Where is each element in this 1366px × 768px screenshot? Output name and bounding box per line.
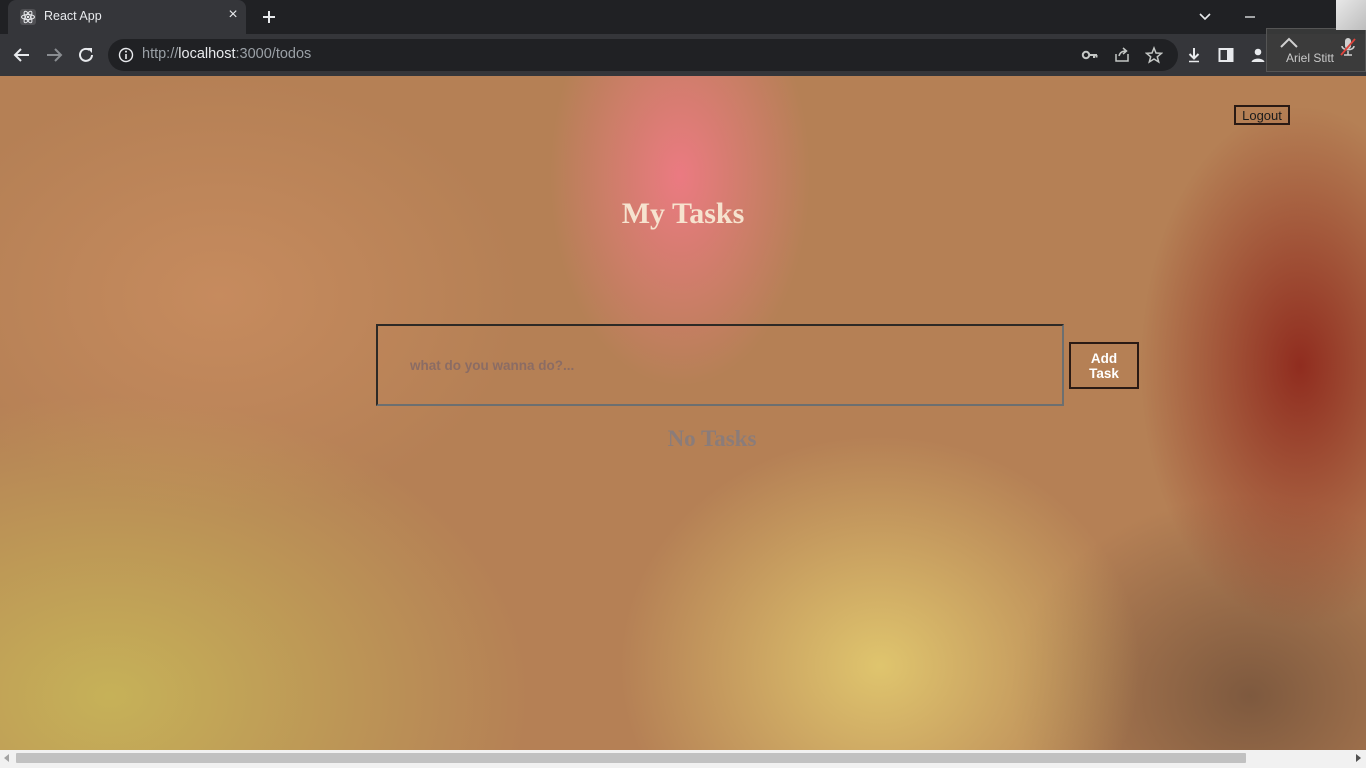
forward-arrow-icon[interactable]: [44, 45, 64, 65]
participant-name: Ariel Stitt: [1286, 51, 1335, 65]
url-text[interactable]: http://localhost:3000/todos: [142, 46, 311, 62]
scroll-left-arrow-icon[interactable]: [4, 754, 9, 762]
mic-off-icon[interactable]: [1338, 36, 1358, 58]
add-task-button[interactable]: Add Task: [1069, 342, 1139, 389]
minimize-icon[interactable]: [1241, 8, 1259, 26]
react-favicon-icon: [20, 9, 36, 25]
participant-video: [1336, 0, 1366, 30]
empty-tasks-message: No Tasks: [667, 426, 757, 451]
profile-icon[interactable]: [1249, 46, 1267, 64]
url-host: localhost: [178, 46, 236, 62]
scroll-right-arrow-icon[interactable]: [1356, 754, 1361, 762]
url-path: :3000/todos: [235, 46, 312, 62]
browser-tab[interactable]: React App ×: [8, 0, 246, 34]
side-panel-icon[interactable]: [1217, 46, 1235, 64]
chevron-down-icon[interactable]: [1196, 8, 1214, 26]
page-title: My Tasks: [621, 197, 745, 230]
reload-icon[interactable]: [76, 45, 96, 65]
url-scheme: http://: [142, 46, 179, 62]
info-icon[interactable]: [118, 47, 134, 63]
task-input[interactable]: [378, 326, 1062, 404]
task-input-wrapper: [376, 324, 1064, 406]
star-icon[interactable]: [1145, 46, 1163, 64]
logout-button[interactable]: Logout: [1234, 105, 1290, 125]
download-icon[interactable]: [1185, 46, 1203, 64]
tab-title: React App: [44, 9, 102, 23]
back-arrow-icon[interactable]: [12, 45, 32, 65]
close-icon[interactable]: ×: [226, 7, 240, 23]
share-icon[interactable]: [1113, 46, 1131, 64]
plus-icon[interactable]: [260, 8, 278, 26]
tab-strip: React App ×: [0, 0, 1366, 34]
chevron-up-icon[interactable]: [1278, 36, 1300, 50]
scrollbar-thumb[interactable]: [16, 753, 1246, 763]
page-viewport: Logout My Tasks Add Task No Tasks: [0, 76, 1366, 750]
key-icon[interactable]: [1081, 46, 1099, 64]
